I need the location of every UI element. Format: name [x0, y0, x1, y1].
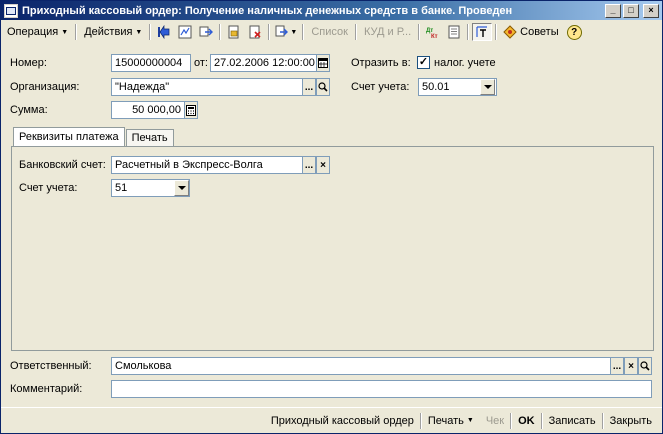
chevron-down-icon: ▼ — [61, 28, 69, 36]
chevron-down-icon: ▼ — [135, 28, 143, 36]
bank-account-field[interactable]: Расчетный в Экспресс-Волга — [111, 156, 303, 174]
structure-icon — [178, 25, 192, 39]
minimize-button[interactable]: _ — [605, 3, 621, 18]
dt-kt-button[interactable]: Дт Кт — [423, 23, 443, 41]
operation-menu-label: Операция — [7, 26, 59, 38]
document-icon — [4, 3, 18, 18]
account-dropdown-button[interactable] — [480, 79, 495, 95]
responsible-select-button[interactable]: ... — [610, 357, 624, 375]
chevron-down-icon: ▼ — [466, 417, 474, 424]
payment-account-dropdown-button[interactable] — [174, 180, 189, 196]
back-arrow-button[interactable] — [154, 23, 174, 41]
copy-doc-icon — [275, 25, 289, 37]
tab-print[interactable]: Печать — [125, 129, 174, 146]
sovety-label: Советы — [520, 26, 559, 38]
calendar-button[interactable] — [316, 54, 330, 72]
date-label: от: — [194, 57, 208, 69]
organization-select-button[interactable]: ... — [302, 78, 316, 96]
comment-label: Комментарий: — [10, 383, 83, 395]
tax-accounting-checkbox[interactable]: ✓ — [417, 56, 430, 69]
settings-toggle-button[interactable] — [472, 23, 493, 41]
refresh-icon — [199, 26, 214, 37]
calculator-icon — [186, 104, 196, 116]
delete-document-button[interactable] — [245, 23, 265, 41]
list-button[interactable]: Список — [307, 26, 352, 38]
toolbar-separator — [75, 24, 78, 40]
toolbar-separator — [354, 24, 357, 40]
actions-menu-label: Действия — [84, 26, 133, 38]
window-title: Приходный кассовый ордер: Получение нали… — [22, 4, 513, 17]
svg-text:Кт: Кт — [431, 34, 438, 39]
comment-field[interactable] — [111, 380, 652, 398]
payment-details-panel — [11, 146, 654, 351]
tax-accounting-label: налог. учете — [434, 57, 496, 69]
close-window-button[interactable]: × — [643, 3, 659, 18]
back-arrow-icon — [158, 25, 170, 39]
dt-kt-icon: Дт Кт — [426, 28, 438, 39]
calendar-icon — [318, 58, 328, 68]
tab-label: Печать — [131, 132, 168, 144]
save-button[interactable]: Записать — [543, 411, 602, 431]
chevron-down-icon: ▼ — [290, 28, 298, 36]
number-label: Номер: — [10, 57, 47, 69]
sovety-icon — [503, 25, 517, 39]
print-menu-label: Печать — [427, 414, 464, 427]
receipt-order-print-button[interactable]: Приходный кассовый ордер — [265, 411, 420, 431]
organization-open-button[interactable] — [316, 78, 330, 96]
organization-label: Организация: — [10, 81, 80, 93]
print-menu-button[interactable]: Печать ▼ — [422, 411, 480, 431]
edit-doc-icon — [228, 25, 239, 39]
calculator-button[interactable] — [184, 101, 198, 119]
toolbar-separator — [302, 24, 305, 40]
bank-account-label: Банковский счет: — [19, 159, 106, 171]
responsible-field[interactable]: Смолькова — [111, 357, 611, 375]
operation-menu[interactable]: Операция ▼ — [3, 23, 72, 41]
toolbar-separator — [219, 24, 222, 40]
number-field[interactable]: 15000000004 — [111, 54, 191, 72]
command-bar-bottom: Приходный кассовый ордер Печать ▼ Чек OK… — [1, 407, 662, 433]
organization-field[interactable]: "Надежда" — [111, 78, 303, 96]
command-toolbar: Операция ▼ Действия ▼ ▼ Список КУД и Р..… — [3, 22, 660, 42]
journal-button[interactable] — [444, 23, 464, 41]
responsible-open-button[interactable] — [638, 357, 652, 375]
journal-icon — [448, 25, 460, 39]
tab-payment-details[interactable]: Реквизиты платежа — [13, 127, 125, 146]
account-label: Счет учета: — [351, 81, 410, 93]
toolbar-separator — [495, 24, 498, 40]
toolbar-separator — [467, 24, 470, 40]
title-bar[interactable]: Приходный кассовый ордер: Получение нали… — [1, 1, 662, 20]
magnifier-icon — [640, 361, 650, 371]
sum-field[interactable]: 50 000,00 — [111, 101, 185, 119]
refresh-button[interactable] — [196, 23, 216, 41]
magnifier-icon — [318, 82, 328, 92]
actions-menu[interactable]: Действия ▼ — [80, 23, 146, 41]
bank-account-select-button[interactable]: ... — [302, 156, 316, 174]
tab-label: Реквизиты платежа — [19, 131, 119, 143]
sovety-button[interactable]: Советы — [500, 25, 561, 39]
copy-document-button[interactable]: ▼ — [273, 23, 299, 41]
close-button[interactable]: Закрыть — [604, 411, 658, 431]
ok-button[interactable]: OK — [512, 411, 541, 431]
date-field[interactable]: 27.02.2006 12:00:00 — [210, 54, 317, 72]
responsible-clear-button[interactable]: × — [624, 357, 638, 375]
sum-label: Сумма: — [10, 104, 48, 116]
delete-doc-icon — [249, 25, 261, 39]
edit-document-button[interactable] — [224, 23, 244, 41]
document-window: Приходный кассовый ордер: Получение нали… — [0, 0, 663, 434]
settings-pressed-icon — [476, 26, 488, 37]
structure-button[interactable] — [175, 23, 195, 41]
help-button[interactable]: ? — [566, 24, 582, 40]
toolbar-separator — [268, 24, 271, 40]
check-button[interactable]: Чек — [480, 411, 510, 431]
bank-account-clear-button[interactable]: × — [316, 156, 330, 174]
maximize-button[interactable]: □ — [623, 3, 639, 18]
tab-strip: Реквизиты платежа Печать — [13, 127, 175, 146]
responsible-label: Ответственный: — [10, 360, 92, 372]
toolbar-separator — [418, 24, 421, 40]
kud-button[interactable]: КУД и Р... — [360, 26, 415, 38]
toolbar-separator — [149, 24, 152, 40]
reflect-label: Отразить в: — [351, 57, 411, 69]
payment-account-label: Счет учета: — [19, 182, 78, 194]
